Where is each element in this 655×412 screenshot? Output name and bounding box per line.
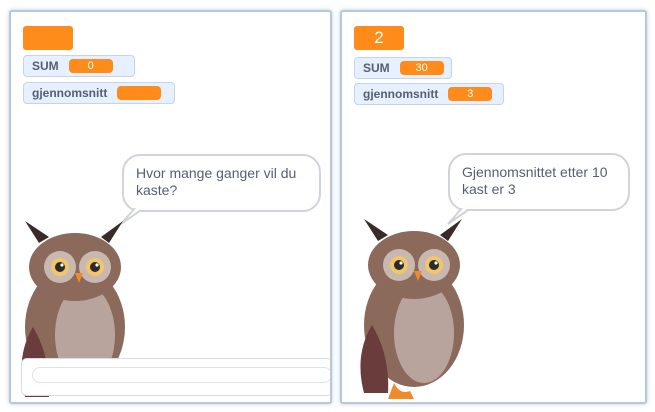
large-readout-monitor: 2 xyxy=(354,26,404,50)
average-monitor: gjennomsnitt 3 xyxy=(354,83,504,105)
ask-answer-bar xyxy=(21,358,330,396)
sum-monitor: SUM 30 xyxy=(354,57,452,79)
average-monitor-label: gjennomsnitt xyxy=(363,87,439,101)
average-monitor: gjennomsnitt xyxy=(23,82,175,104)
speech-bubble-text: Gjennomsnittet etter 10 kast er 3 xyxy=(462,164,608,197)
sum-monitor-label: SUM xyxy=(363,61,390,75)
sum-monitor-label: SUM xyxy=(32,59,59,73)
sum-monitor-value: 0 xyxy=(68,59,113,73)
sum-monitor-value: 30 xyxy=(399,61,444,75)
stage-right: 2 SUM 30 gjennomsnitt 3 Gjennomsnittet e… xyxy=(340,10,647,404)
average-monitor-label: gjennomsnitt xyxy=(32,86,108,100)
average-monitor-value xyxy=(117,86,162,100)
ask-answer-input[interactable] xyxy=(32,367,330,383)
owl-sprite[interactable] xyxy=(344,215,474,399)
speech-bubble-text: Hvor mange ganger vil du kaste? xyxy=(136,165,297,198)
average-monitor-value: 3 xyxy=(448,87,493,101)
stage-left: SUM 0 gjennomsnitt Hvor mange ganger vil… xyxy=(9,10,332,404)
speech-bubble: Gjennomsnittet etter 10 kast er 3 xyxy=(448,153,630,211)
sum-monitor: SUM 0 xyxy=(23,55,135,77)
large-readout-monitor xyxy=(23,26,73,50)
speech-bubble: Hvor mange ganger vil du kaste? xyxy=(122,154,321,212)
